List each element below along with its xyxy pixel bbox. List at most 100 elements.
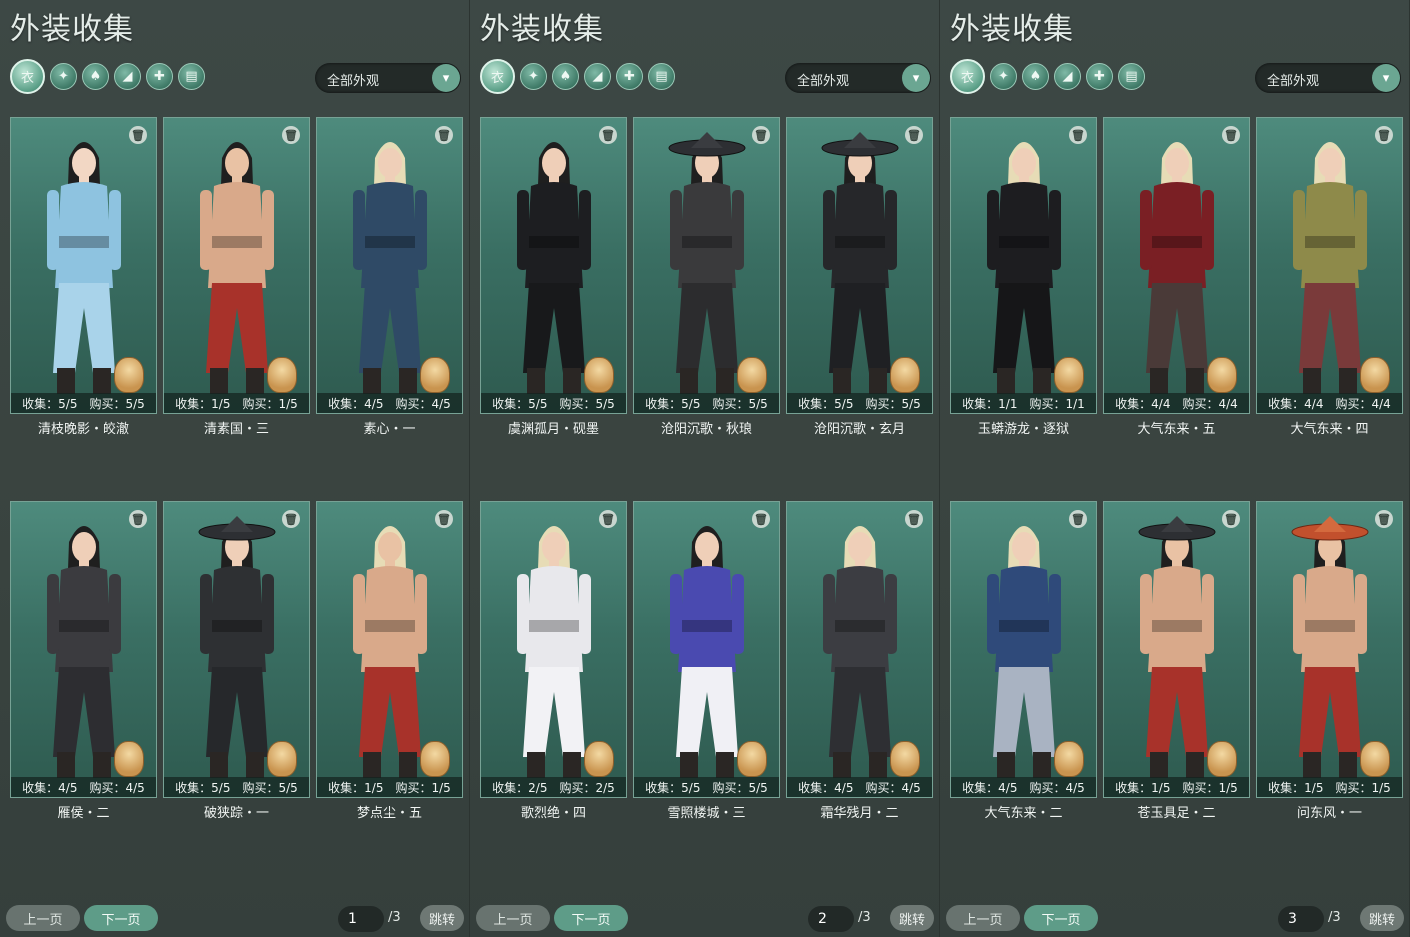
outfit-card[interactable]: 🗑 收集：1/5 购买：1/5 — [316, 501, 463, 798]
accessory-icon[interactable]: ✚ — [146, 63, 173, 90]
trash-icon[interactable]: 🗑 — [129, 126, 147, 144]
trash-icon[interactable]: 🗑 — [1375, 510, 1393, 528]
trash-icon[interactable]: 🗑 — [752, 126, 770, 144]
trash-icon[interactable]: 🗑 — [282, 510, 300, 528]
buy-count: 购买：5/5 — [559, 396, 615, 411]
shoes-icon[interactable]: ◢ — [1054, 63, 1081, 90]
outfit-all-icon[interactable]: 衣 — [480, 59, 515, 94]
pet-companion-image — [890, 741, 920, 777]
outfit-card[interactable]: 🗑 收集：1/5 购买：1/5 — [163, 117, 310, 414]
top-icon[interactable]: ✦ — [50, 63, 77, 90]
outfit-card[interactable]: 🗑 收集：5/5 购买：5/5 — [10, 117, 157, 414]
appearance-filter-select[interactable]: 全部外观 ▾ — [785, 63, 931, 93]
appearance-filter-select[interactable]: 全部外观 ▾ — [315, 63, 461, 93]
shoes-icon[interactable]: ◢ — [584, 63, 611, 90]
outfit-card[interactable]: 🗑 收集：4/5 购买：4/5 — [950, 501, 1097, 798]
collect-count: 收集：5/5 — [492, 396, 548, 411]
trash-icon[interactable]: 🗑 — [1222, 510, 1240, 528]
buy-count: 购买：4/4 — [1335, 396, 1391, 411]
outfit-card[interactable]: 🗑 收集：4/5 购买：4/5 — [10, 501, 157, 798]
buy-count: 购买：5/5 — [712, 780, 768, 795]
outfit-card[interactable]: 🗑 收集：2/5 购买：2/5 — [480, 501, 627, 798]
trash-icon[interactable]: 🗑 — [905, 510, 923, 528]
jump-button[interactable]: 跳转 — [1360, 905, 1404, 931]
outfit-card[interactable]: 🗑 收集：5/5 购买：5/5 — [633, 501, 780, 798]
chevron-down-icon[interactable]: ▾ — [432, 64, 460, 92]
buy-count: 购买：2/5 — [559, 780, 615, 795]
chevron-down-icon[interactable]: ▾ — [902, 64, 930, 92]
page-number-input[interactable]: 1 — [338, 906, 384, 932]
pants-icon[interactable]: ▤ — [178, 63, 205, 90]
trash-icon[interactable]: 🗑 — [599, 126, 617, 144]
bottom-icon[interactable]: ♠ — [552, 63, 579, 90]
outfit-card[interactable]: 🗑 收集：4/4 购买：4/4 — [1103, 117, 1250, 414]
pants-icon[interactable]: ▤ — [648, 63, 675, 90]
next-page-button[interactable]: 下一页 — [84, 905, 158, 931]
chevron-down-icon[interactable]: ▾ — [1372, 64, 1400, 92]
outfit-card[interactable]: 🗑 收集：1/5 购买：1/5 — [1103, 501, 1250, 798]
buy-count: 购买：4/5 — [89, 780, 145, 795]
pet-companion-image — [1207, 741, 1237, 777]
outfit-name: 玉蟒游龙・逐狱 — [977, 422, 1069, 437]
jump-button[interactable]: 跳转 — [420, 905, 464, 931]
prev-page-button[interactable]: 上一页 — [476, 905, 550, 931]
trash-icon[interactable]: 🗑 — [599, 510, 617, 528]
outfit-card[interactable]: 🗑 收集：4/5 购买：4/5 — [316, 117, 463, 414]
trash-icon[interactable]: 🗑 — [282, 126, 300, 144]
outfit-card[interactable]: 🗑 收集：4/4 购买：4/4 — [1256, 117, 1403, 414]
prev-page-button[interactable]: 上一页 — [946, 905, 1020, 931]
buy-count: 购买：4/4 — [1182, 396, 1238, 411]
trash-icon[interactable]: 🗑 — [435, 510, 453, 528]
page-number-input[interactable]: 2 — [808, 906, 854, 932]
collect-count: 收集：2/5 — [492, 780, 548, 795]
shoes-icon[interactable]: ◢ — [114, 63, 141, 90]
jump-button[interactable]: 跳转 — [890, 905, 934, 931]
outfit-card[interactable]: 🗑 收集：5/5 购买：5/5 — [163, 501, 310, 798]
prev-page-button[interactable]: 上一页 — [6, 905, 80, 931]
card-stats: 收集：1/5 购买：1/5 — [164, 393, 309, 413]
top-icon[interactable]: ✦ — [520, 63, 547, 90]
outfit-card[interactable]: 🗑 收集：4/5 购买：4/5 — [786, 501, 933, 798]
trash-icon[interactable]: 🗑 — [1069, 510, 1087, 528]
pet-companion-image — [737, 357, 767, 393]
pet-companion-image — [1054, 357, 1084, 393]
outfit-card[interactable]: 🗑 收集：1/5 购买：1/5 — [1256, 501, 1403, 798]
next-page-button[interactable]: 下一页 — [554, 905, 628, 931]
pet-companion-image — [420, 357, 450, 393]
trash-icon[interactable]: 🗑 — [1222, 126, 1240, 144]
panel-title: 外装收集 — [950, 12, 1074, 47]
pet-companion-image — [114, 741, 144, 777]
bottom-icon[interactable]: ♠ — [82, 63, 109, 90]
card-stats: 收集：1/5 购买：1/5 — [1257, 777, 1402, 797]
trash-icon[interactable]: 🗑 — [435, 126, 453, 144]
appearance-filter-select[interactable]: 全部外观 ▾ — [1255, 63, 1401, 93]
trash-icon[interactable]: 🗑 — [905, 126, 923, 144]
bottom-icon[interactable]: ♠ — [1022, 63, 1049, 90]
outfit-card[interactable]: 🗑 收集：5/5 购买：5/5 — [786, 117, 933, 414]
page-number-input[interactable]: 3 — [1278, 906, 1324, 932]
trash-icon[interactable]: 🗑 — [1375, 126, 1393, 144]
category-tabs: 衣 ✦ ♠ ◢ ✚ ▤ — [10, 59, 205, 94]
collect-count: 收集：5/5 — [798, 396, 854, 411]
page-total: /3 — [858, 910, 871, 925]
buy-count: 购买：5/5 — [89, 396, 145, 411]
outfit-all-icon[interactable]: 衣 — [950, 59, 985, 94]
outfit-card[interactable]: 🗑 收集：1/1 购买：1/1 — [950, 117, 1097, 414]
pet-companion-image — [1207, 357, 1237, 393]
trash-icon[interactable]: 🗑 — [129, 510, 147, 528]
trash-icon[interactable]: 🗑 — [752, 510, 770, 528]
page-total: /3 — [388, 910, 401, 925]
outfit-all-icon[interactable]: 衣 — [10, 59, 45, 94]
accessory-icon[interactable]: ✚ — [616, 63, 643, 90]
pants-icon[interactable]: ▤ — [1118, 63, 1145, 90]
outfit-card[interactable]: 🗑 收集：5/5 购买：5/5 — [633, 117, 780, 414]
accessory-icon[interactable]: ✚ — [1086, 63, 1113, 90]
filter-label: 全部外观 — [797, 74, 850, 89]
outfit-card[interactable]: 🗑 收集：5/5 购买：5/5 — [480, 117, 627, 414]
pet-companion-image — [1360, 357, 1390, 393]
top-icon[interactable]: ✦ — [990, 63, 1017, 90]
next-page-button[interactable]: 下一页 — [1024, 905, 1098, 931]
trash-icon[interactable]: 🗑 — [1069, 126, 1087, 144]
collect-count: 收集：5/5 — [175, 780, 231, 795]
collect-count: 收集：5/5 — [22, 396, 78, 411]
